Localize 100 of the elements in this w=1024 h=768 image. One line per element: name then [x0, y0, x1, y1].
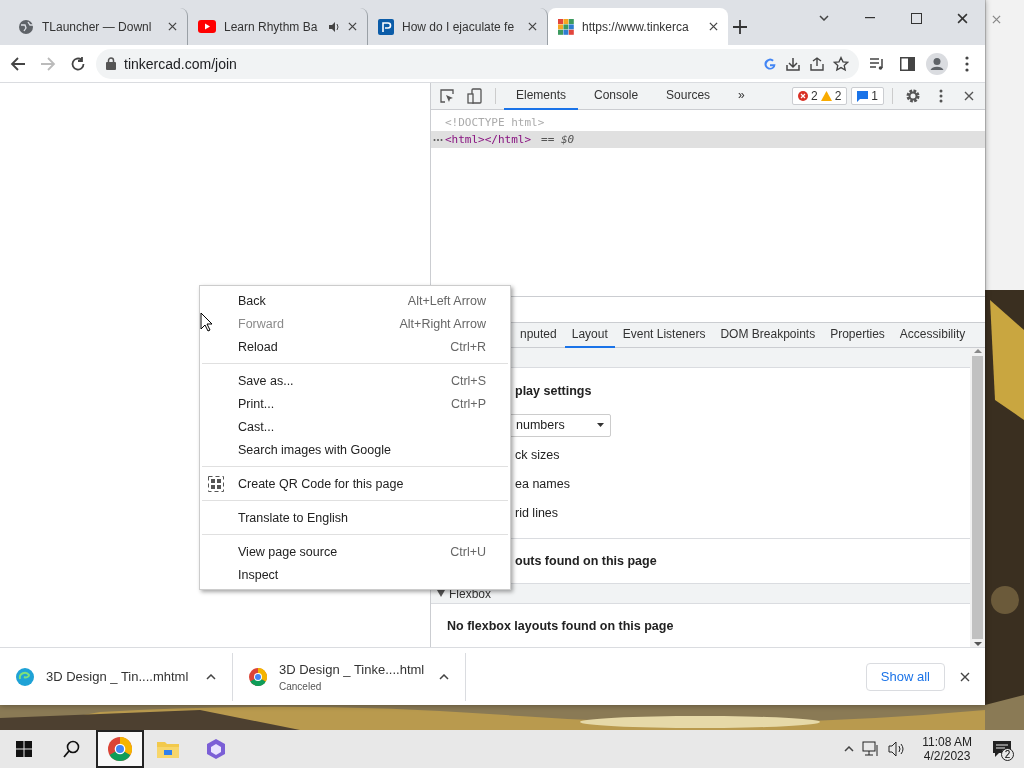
search-icon[interactable]	[63, 740, 81, 758]
close-icon[interactable]	[348, 22, 357, 31]
reload-icon[interactable]	[70, 55, 86, 72]
sidebar-tab[interactable]: Event Listeners	[615, 322, 713, 348]
menu-item[interactable]: Create QR Code for this page	[200, 472, 510, 495]
menu-icon[interactable]	[939, 89, 943, 103]
section-heading: play settings	[515, 382, 593, 400]
warning-icon	[820, 91, 832, 101]
plus-icon[interactable]	[733, 19, 747, 34]
windows-logo-icon[interactable]	[16, 741, 32, 757]
scrollbar-thumb[interactable]	[972, 356, 983, 639]
notification-count: 2	[1001, 748, 1014, 761]
time-text: 11:08 AM	[922, 735, 972, 749]
menu-item[interactable]: Print... Ctrl+P	[200, 392, 510, 415]
menu-item[interactable]: Translate to English	[200, 506, 510, 529]
scrollbar[interactable]	[970, 348, 985, 647]
empty-message: outs found on this page	[515, 553, 658, 570]
date-text: 4/2/2023	[923, 749, 971, 763]
star-icon[interactable]	[833, 55, 849, 72]
caret-icon[interactable]	[439, 673, 449, 680]
issues-badge[interactable]: 2 2	[791, 87, 848, 105]
close-icon[interactable]	[168, 22, 177, 31]
sidebar-tab[interactable]: Properties	[823, 322, 892, 348]
menu-item[interactable]: Reload Ctrl+R	[200, 335, 510, 358]
address-bar[interactable]: tinkercad.com/join	[96, 48, 859, 79]
error-count: 2	[810, 89, 818, 103]
download-item[interactable]: 3D Design _ Tinke....html Canceled	[233, 652, 466, 701]
sidebar-tab[interactable]: DOM Breakpoints	[713, 322, 823, 348]
node-text: <html></html>	[445, 133, 532, 146]
option-label: rid lines	[515, 505, 560, 523]
volume-icon[interactable]	[888, 741, 907, 757]
message-count: 1	[871, 89, 878, 103]
download-status: Canceled	[279, 680, 323, 692]
devtools-tab[interactable]: Console	[582, 82, 651, 110]
menu-icon[interactable]	[965, 55, 969, 72]
network-icon[interactable]	[862, 741, 881, 757]
warning-count: 2	[834, 89, 842, 103]
clock[interactable]: 11:08 AM 4/2/2023	[914, 735, 980, 763]
menu-item[interactable]: View page source Ctrl+U	[200, 540, 510, 563]
more-tabs-button[interactable]: »	[726, 82, 757, 110]
square-logo-icon	[378, 18, 394, 35]
swirl-logo-icon	[16, 667, 34, 686]
menu-item[interactable]: Search images with Google	[200, 438, 510, 461]
media-icon[interactable]	[869, 56, 885, 71]
close-icon[interactable]	[960, 671, 970, 682]
qr-code-icon	[208, 476, 224, 492]
settings-icon[interactable]	[905, 88, 921, 104]
dots-icon[interactable]	[433, 137, 443, 142]
empty-message: No flexbox layouts found on this page	[446, 617, 675, 635]
close-icon[interactable]	[709, 22, 718, 31]
devtools-tab[interactable]: Elements	[504, 82, 579, 110]
messages-badge[interactable]: 1	[851, 87, 884, 105]
speaker-icon[interactable]	[328, 20, 340, 33]
inspect-icon[interactable]	[439, 88, 455, 104]
globe-icon	[18, 18, 34, 35]
browser-tab[interactable]: How do I ejaculate fe	[368, 8, 548, 45]
devtools-tab[interactable]: Sources	[654, 82, 723, 110]
file-name: 3D Design _ Tinke....html	[279, 661, 426, 677]
side-panel-icon[interactable]	[899, 56, 915, 71]
share-icon[interactable]	[809, 55, 825, 72]
browser-tab[interactable]: TLauncher — Downl	[8, 8, 188, 45]
hexagon-logo-icon	[205, 738, 227, 760]
sidebar-tab[interactable]: Accessibility	[892, 322, 973, 348]
error-icon	[797, 91, 808, 101]
show-all-button[interactable]: Show all	[865, 662, 945, 691]
folder-icon	[157, 740, 179, 758]
scroll-down-icon[interactable]	[973, 641, 982, 647]
option-label: ck sizes	[515, 447, 561, 465]
caret-icon[interactable]	[844, 746, 855, 752]
caret-icon[interactable]	[819, 15, 829, 21]
menu-item[interactable]: Inspect	[200, 563, 510, 586]
lock-icon	[106, 57, 116, 70]
circle-logo-icon	[108, 737, 132, 761]
close-icon[interactable]	[956, 12, 968, 24]
avatar-icon[interactable]	[926, 52, 948, 75]
message-icon	[857, 90, 869, 102]
caret-icon[interactable]	[206, 673, 216, 680]
taskbar-app[interactable]	[96, 730, 144, 768]
sidebar-tab[interactable]: nputed	[513, 322, 564, 348]
browser-tab[interactable]: https://www.tinkerca	[548, 8, 728, 45]
dom-node[interactable]: <html></html> == $0	[431, 131, 985, 148]
minimize-icon[interactable]	[865, 17, 875, 19]
close-icon[interactable]	[964, 91, 974, 101]
play-icon	[198, 20, 216, 33]
grid-logo-icon	[558, 18, 574, 35]
back-arrow-icon[interactable]	[10, 55, 26, 72]
menu-item[interactable]: Save as... Ctrl+S	[200, 369, 510, 392]
g-logo-icon[interactable]	[763, 56, 777, 71]
circle-logo-icon	[249, 667, 267, 686]
download-item[interactable]: 3D Design _ Tin....mhtml	[0, 652, 233, 701]
download-icon[interactable]	[785, 55, 801, 72]
caret-icon	[597, 423, 604, 428]
browser-tab[interactable]: Learn Rhythm Ba	[188, 8, 368, 45]
node-reference: == $0	[541, 133, 575, 146]
maximize-icon[interactable]	[910, 12, 922, 24]
file-name: 3D Design _ Tin....mhtml	[46, 669, 190, 684]
node-text: <!DOCTYPE html>	[445, 116, 545, 129]
menu-item[interactable]: Back Alt+Left Arrow	[200, 289, 510, 312]
device-icon[interactable]	[467, 88, 483, 104]
close-icon[interactable]	[528, 22, 537, 31]
